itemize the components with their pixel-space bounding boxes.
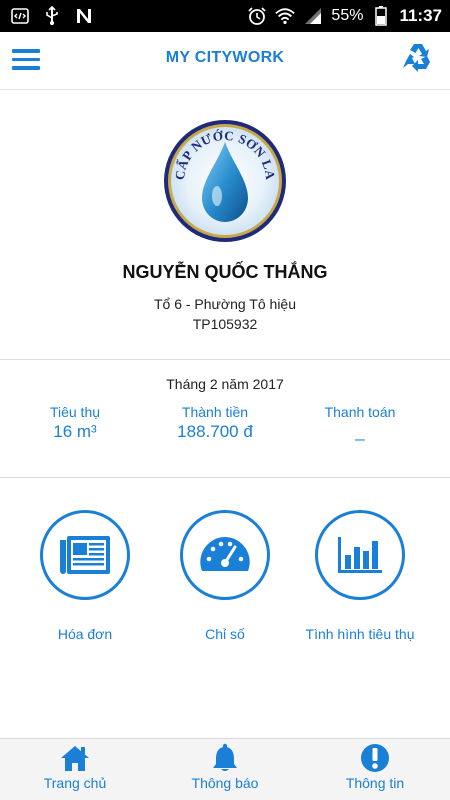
billing-period: Tháng 2 năm 2017 (166, 376, 284, 392)
bar-chart-icon (338, 537, 382, 573)
nav-notifications-label: Thông báo (191, 775, 259, 791)
nav-notifications[interactable]: Thông báo (150, 743, 300, 791)
info-icon (361, 744, 389, 772)
app-bar: MY CITYWORK (0, 32, 450, 90)
payment-label: Thanh toán (324, 404, 396, 420)
wifi-icon (275, 6, 296, 26)
billing-summary: Tháng 2 năm 2017 Tiêu thụ 16 m³ Thành ti… (0, 360, 450, 478)
invoice-label: Hóa đơn (57, 626, 113, 642)
alarm-icon (247, 6, 267, 26)
n-logo-icon (74, 6, 94, 26)
battery-percent: 55% (331, 7, 364, 24)
recycle-icon (403, 44, 430, 72)
signal-icon (303, 6, 323, 26)
clock: 11:37 (399, 6, 442, 25)
notification-icons (10, 6, 94, 26)
customer-name: NGUYỄN QUỐC THẮNG (122, 262, 328, 282)
payment-stat: Thanh toán _ (285, 404, 435, 442)
consumption-value: 16 m³ (53, 422, 97, 441)
status-bar: 55% 11:37 (0, 0, 450, 32)
consumption-report-label: Tình hình tiêu thụ (305, 626, 415, 642)
nav-info[interactable]: Thông tin (300, 743, 450, 791)
refresh-button[interactable] (400, 40, 436, 76)
bell-icon (213, 743, 237, 771)
nav-home[interactable]: Trang chủ (0, 743, 150, 791)
app-title: MY CITYWORK (165, 49, 285, 66)
amount-stat: Thành tiền 188.700 đ (140, 404, 290, 442)
code-icon (10, 6, 30, 26)
customer-profile: CẤP NƯỚC SƠN LA NGUYỄN QUỐC THẮNG Tổ 6 -… (0, 90, 450, 360)
company-logo: CẤP NƯỚC SƠN LA (162, 118, 288, 244)
gauge-icon (200, 537, 250, 571)
amount-label: Thành tiền (181, 404, 249, 420)
home-icon (61, 746, 89, 771)
consumption-label: Tiêu thụ (49, 404, 101, 420)
meter-reading-button[interactable]: Chỉ số (150, 510, 300, 642)
customer-address: Tổ 6 - Phường Tô hiệu (153, 296, 297, 312)
bottom-navigation: Trang chủ Thông báo Thông tin (0, 738, 450, 800)
nav-home-label: Trang chủ (43, 775, 107, 791)
payment-value: _ (355, 422, 365, 441)
invoice-button[interactable]: Hóa đơn (10, 510, 160, 642)
battery-icon (371, 6, 391, 26)
newspaper-icon (60, 536, 110, 574)
consumption-report-button[interactable]: Tình hình tiêu thụ (285, 510, 435, 642)
feature-menu: Hóa đơn Chỉ số Tình hình tiêu thụ (0, 478, 450, 738)
customer-code: TP105932 (192, 316, 258, 332)
consumption-stat: Tiêu thụ 16 m³ (5, 404, 145, 442)
meter-reading-label: Chỉ số (205, 626, 245, 642)
system-status: 55% 11:37 (247, 0, 442, 32)
usb-icon (42, 6, 62, 26)
nav-info-label: Thông tin (345, 775, 405, 791)
amount-value: 188.700 đ (177, 422, 253, 441)
